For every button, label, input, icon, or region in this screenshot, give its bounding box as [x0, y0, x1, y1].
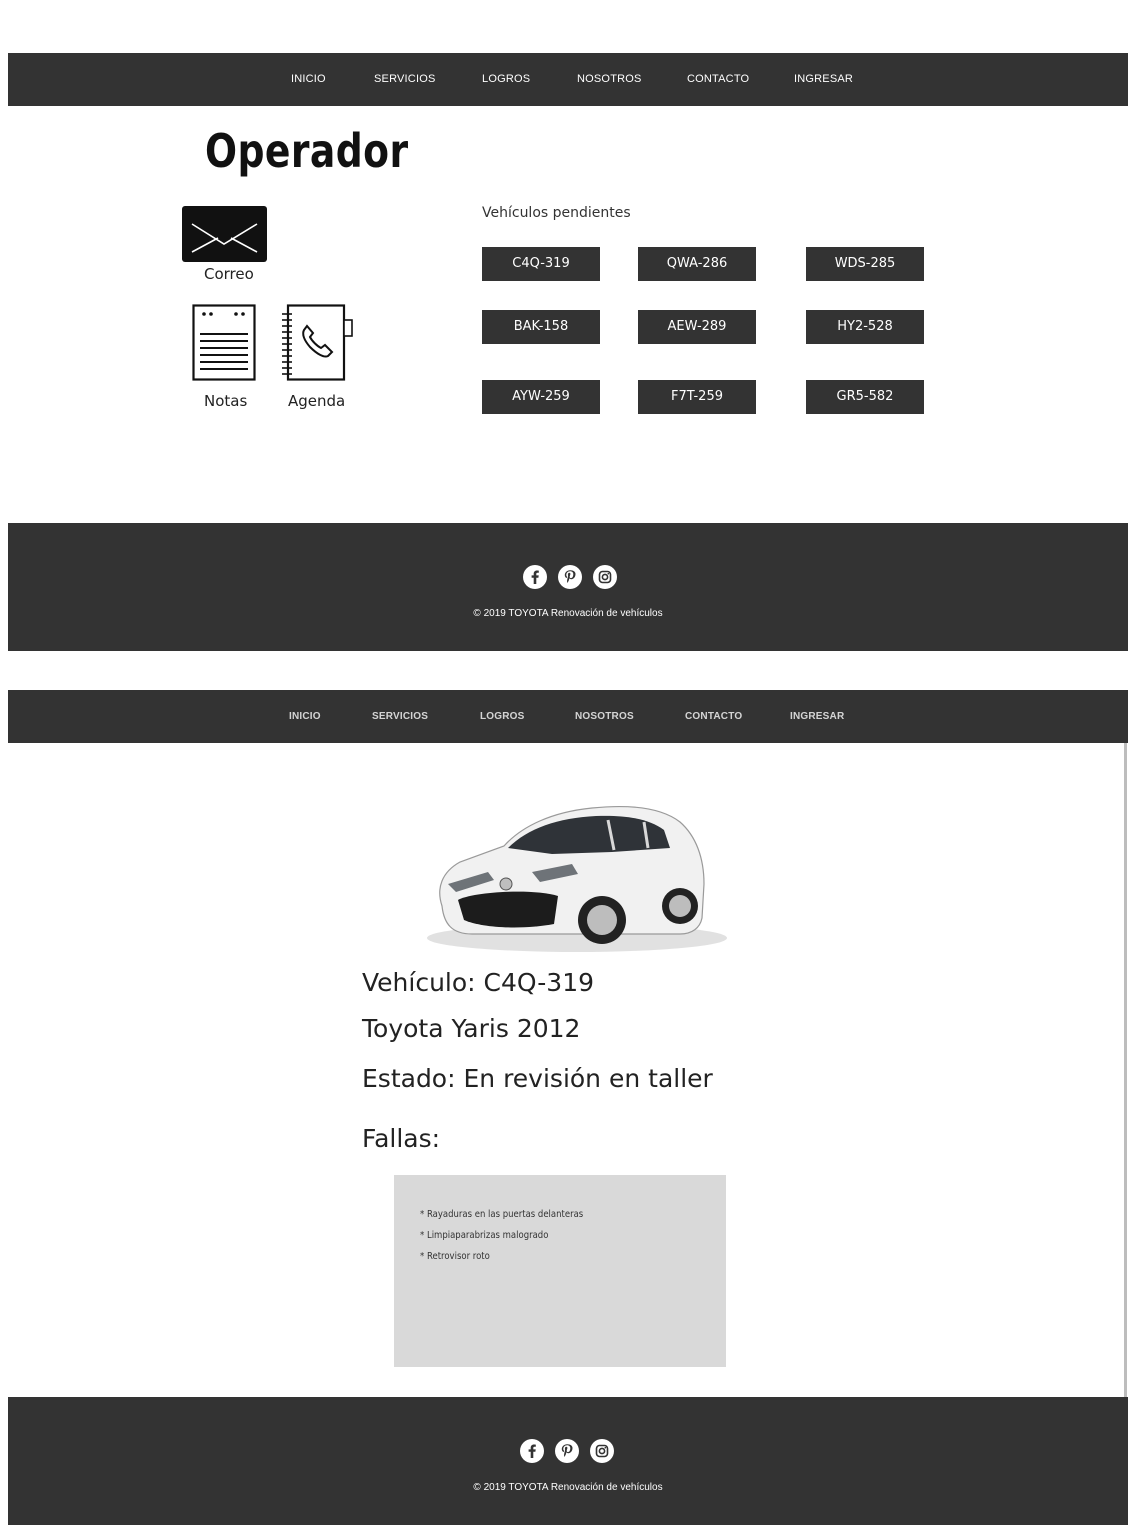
facebook-icon[interactable] [523, 565, 547, 589]
car-image [412, 788, 742, 958]
nav-servicios[interactable]: SERVICIOS [374, 53, 436, 106]
notes-icon [192, 304, 256, 381]
top-nav: INICIO SERVICIOS LOGROS NOSOTROS CONTACT… [8, 690, 1128, 743]
page-title: Operador [205, 124, 409, 178]
pending-vehicles-label: Vehículos pendientes [482, 205, 631, 221]
vehicle-status-text: Estado: En revisión en taller [362, 1064, 713, 1093]
vehicle-plate-text: Vehículo: C4Q-319 [362, 968, 595, 997]
nav-logros[interactable]: LOGROS [482, 53, 530, 106]
plate-button[interactable]: F7T-259 [638, 380, 756, 414]
copyright-text: © 2019 TOYOTA Renovación de vehículos [473, 1482, 663, 1493]
agenda-button[interactable] [280, 304, 354, 381]
nav-nosotros[interactable]: NOSOTROS [575, 690, 634, 743]
agenda-label: Agenda [288, 392, 346, 410]
nav-nosotros[interactable]: NOSOTROS [577, 53, 642, 106]
nav-ingresar[interactable]: INGRESAR [794, 53, 853, 106]
nav-contacto[interactable]: CONTACTO [685, 690, 742, 743]
plate-button[interactable]: AYW-259 [482, 380, 600, 414]
nav-inicio[interactable]: INICIO [291, 53, 326, 106]
mail-button[interactable] [182, 206, 267, 262]
instagram-icon[interactable] [590, 1439, 614, 1463]
nav-servicios[interactable]: SERVICIOS [372, 690, 428, 743]
faults-box: * Rayaduras en las puertas delanteras * … [394, 1175, 726, 1367]
plate-button[interactable]: QWA-286 [638, 247, 756, 281]
envelope-icon [182, 206, 267, 262]
nav-contacto[interactable]: CONTACTO [687, 53, 749, 106]
plate-button[interactable]: AEW-289 [638, 310, 756, 344]
nav-logros[interactable]: LOGROS [480, 690, 525, 743]
nav-inicio[interactable]: INICIO [289, 690, 321, 743]
footer: © 2019 TOYOTA Renovación de vehículos [8, 523, 1128, 651]
facebook-icon[interactable] [520, 1439, 544, 1463]
footer: © 2019 TOYOTA Renovación de vehículos [8, 1397, 1128, 1525]
plate-button[interactable]: GR5-582 [806, 380, 924, 414]
instagram-icon[interactable] [593, 565, 617, 589]
pinterest-icon[interactable] [555, 1439, 579, 1463]
agenda-phone-icon [282, 304, 353, 381]
plate-button[interactable]: WDS-285 [806, 247, 924, 281]
notes-button[interactable] [192, 304, 256, 381]
plate-button[interactable]: BAK-158 [482, 310, 600, 344]
top-nav: INICIO SERVICIOS LOGROS NOSOTROS CONTACT… [8, 53, 1128, 106]
fault-item: * Rayaduras en las puertas delanteras [420, 1209, 584, 1220]
notes-label: Notas [204, 392, 248, 410]
mail-label: Correo [204, 265, 254, 283]
fault-item: * Retrovisor roto [420, 1251, 490, 1262]
fault-item: * Limpiaparabrizas malogrado [420, 1230, 549, 1241]
plate-button[interactable]: C4Q-319 [482, 247, 600, 281]
faults-heading: Fallas: [362, 1124, 441, 1153]
copyright-text: © 2019 TOYOTA Renovación de vehículos [473, 608, 663, 619]
vehicle-model-text: Toyota Yaris 2012 [362, 1014, 581, 1043]
pinterest-icon[interactable] [558, 565, 582, 589]
plate-button[interactable]: HY2-528 [806, 310, 924, 344]
nav-ingresar[interactable]: INGRESAR [790, 690, 844, 743]
